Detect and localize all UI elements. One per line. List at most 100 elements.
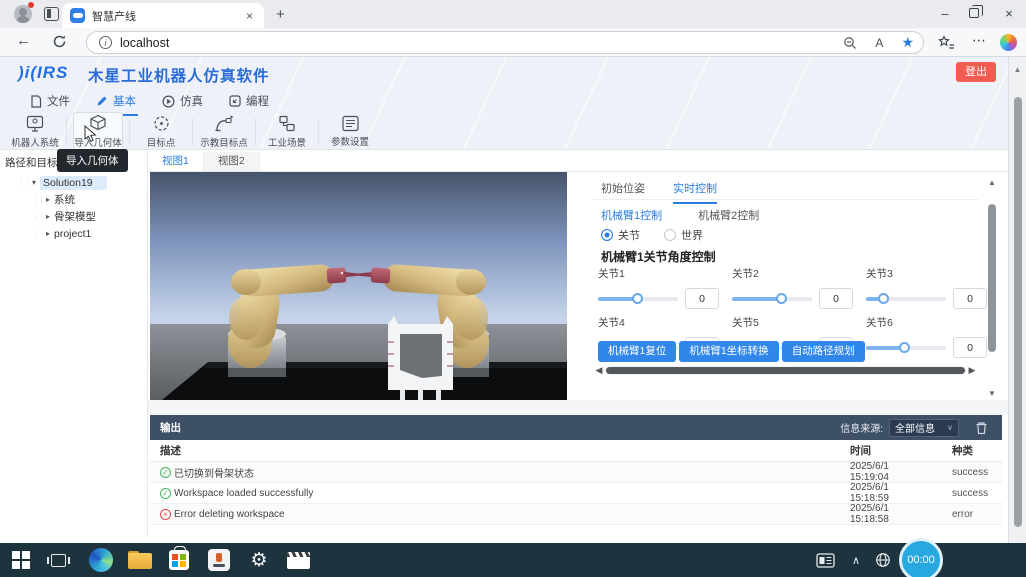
caret-right-icon[interactable]: ▸ bbox=[42, 195, 54, 204]
tree-item-project1[interactable]: ⋮⋮ ▸ project1 bbox=[0, 225, 147, 242]
window-restore-button[interactable] bbox=[969, 8, 979, 18]
menu-item-basic[interactable]: 基本 bbox=[96, 90, 136, 112]
tab-initial-pose[interactable]: 初始位姿 bbox=[601, 180, 645, 204]
3d-viewport[interactable] bbox=[150, 172, 567, 400]
java-app-icon bbox=[208, 549, 230, 571]
panel-scroll-thumb[interactable] bbox=[988, 204, 996, 352]
scroll-up-icon[interactable]: ▲ bbox=[986, 178, 998, 187]
tab-view1[interactable]: 视图1 bbox=[148, 152, 204, 171]
window-minimize-button[interactable]: – bbox=[926, 0, 964, 27]
drag-handle-icon[interactable]: ⋮⋮ bbox=[32, 196, 42, 204]
copilot-icon[interactable] bbox=[1000, 34, 1017, 51]
joint-2-input[interactable] bbox=[819, 288, 853, 309]
menu-item-simulation[interactable]: 仿真 bbox=[162, 90, 203, 112]
tool-industrial-scene[interactable]: 工业场景 bbox=[262, 115, 312, 149]
tray-chevron-up[interactable]: ∧ bbox=[846, 543, 866, 577]
source-select[interactable]: 全部信息 ∨ bbox=[889, 419, 959, 437]
joint-3-slider[interactable] bbox=[866, 297, 946, 301]
favorite-star-icon[interactable]: ★ bbox=[901, 34, 914, 51]
tool-parameter-settings[interactable]: 参数设置 bbox=[325, 115, 375, 148]
panel-vertical-scrollbar[interactable]: ▲ ▼ bbox=[986, 178, 998, 398]
tab-close-icon[interactable]: × bbox=[243, 9, 256, 23]
tool-teach-target[interactable]: 示教目标点 bbox=[199, 114, 249, 149]
site-info-icon[interactable]: i bbox=[99, 36, 112, 49]
tab-realtime-control[interactable]: 实时控制 bbox=[673, 180, 717, 204]
joint-2-slider[interactable] bbox=[732, 297, 812, 301]
tool-import-geometry[interactable]: 导入几何体 bbox=[73, 112, 123, 151]
browser-tab[interactable]: 智慧产线 × bbox=[62, 3, 264, 28]
tree-item-system[interactable]: ⋮⋮ ▸ 系统 bbox=[0, 191, 147, 208]
tray-widgets-button[interactable] bbox=[812, 543, 838, 577]
zoom-out-icon[interactable] bbox=[843, 36, 857, 50]
arm-tab-bar: 机械臂1控制 机械臂2控制 bbox=[601, 207, 759, 223]
microsoft-store-icon bbox=[169, 550, 189, 570]
auto-path-planning-button[interactable]: 自动路径规划 bbox=[782, 341, 865, 362]
taskbar-edge[interactable] bbox=[86, 543, 116, 577]
tree-item-solution[interactable]: ⋮⋮ ▾ Solution19 bbox=[0, 174, 147, 191]
tab-view2[interactable]: 视图2 bbox=[204, 152, 260, 171]
drag-handle-icon[interactable]: ⋮⋮ bbox=[32, 213, 42, 221]
arm1-reset-button[interactable]: 机械臂1复位 bbox=[598, 341, 676, 362]
taskbar-explorer[interactable] bbox=[125, 543, 155, 577]
tab-arm2-control[interactable]: 机械臂2控制 bbox=[698, 207, 759, 223]
refresh-button[interactable] bbox=[52, 34, 67, 49]
tool-robot-system[interactable]: 机器人系统 bbox=[10, 115, 60, 149]
joint-6-control: 关节6 bbox=[866, 315, 987, 358]
caret-right-icon[interactable]: ▸ bbox=[42, 229, 54, 238]
url-field[interactable]: i localhost A ★ bbox=[86, 31, 924, 54]
scroll-left-icon[interactable]: ◀ bbox=[593, 365, 605, 376]
taskbar-java-app[interactable] bbox=[204, 543, 234, 577]
tree-item-skeleton-model[interactable]: ⋮⋮ ▸ 骨架模型 bbox=[0, 208, 147, 225]
clear-log-button[interactable] bbox=[975, 421, 988, 435]
read-aloud-icon[interactable]: A bbox=[875, 36, 883, 50]
scroll-up-icon[interactable]: ▲ bbox=[1009, 65, 1026, 74]
taskbar-settings[interactable]: ⚙ bbox=[244, 543, 274, 577]
target-icon bbox=[152, 114, 171, 133]
joint-6-input[interactable] bbox=[953, 337, 987, 358]
taskbar-video-tool[interactable] bbox=[283, 543, 313, 577]
drag-handle-icon[interactable]: ⋮⋮ bbox=[18, 179, 28, 187]
menu-item-file[interactable]: 文件 bbox=[30, 90, 70, 112]
collections-icon[interactable] bbox=[938, 35, 955, 50]
radio-world[interactable]: 世界 bbox=[664, 227, 703, 243]
logout-button[interactable]: 登出 bbox=[956, 62, 996, 82]
joint-6-slider[interactable] bbox=[866, 346, 946, 350]
horizontal-scrollbar[interactable]: ◀ ▶ bbox=[593, 364, 978, 376]
page-scroll-thumb[interactable] bbox=[1014, 97, 1022, 527]
viewport-tabs: 视图1 视图2 bbox=[148, 152, 1010, 172]
radio-joint[interactable]: 关节 bbox=[601, 227, 640, 243]
tray-network-button[interactable] bbox=[872, 543, 894, 577]
caret-right-icon[interactable]: ▸ bbox=[42, 212, 54, 221]
drag-handle-icon[interactable]: ⋮⋮ bbox=[32, 230, 42, 238]
panel-gap bbox=[148, 400, 1010, 415]
recording-timer-overlay[interactable]: 00:00 bbox=[899, 538, 943, 577]
log-row[interactable]: ×Error deleting workspace 2025/6/1 15:18… bbox=[150, 504, 1002, 525]
menu-item-programming[interactable]: 编程 bbox=[229, 90, 269, 112]
tab-arm1-control[interactable]: 机械臂1控制 bbox=[601, 207, 662, 223]
taskbar-store[interactable] bbox=[164, 543, 194, 577]
browser-menu-icon[interactable]: ⋯ bbox=[972, 32, 987, 49]
log-row[interactable]: ✓已切换到骨架状态 2025/6/1 15:19:04 success bbox=[150, 462, 1002, 483]
page-scrollbar[interactable]: ▲ bbox=[1008, 57, 1026, 543]
window-close-button[interactable]: × bbox=[990, 0, 1026, 27]
scroll-down-icon[interactable]: ▼ bbox=[986, 389, 998, 398]
arm1-coordinate-convert-button[interactable]: 机械臂1坐标转换 bbox=[679, 341, 778, 362]
scroll-right-icon[interactable]: ▶ bbox=[966, 365, 978, 376]
vertical-tabs-icon[interactable] bbox=[44, 7, 59, 21]
joint-3-input[interactable] bbox=[953, 288, 987, 309]
horizontal-scroll-thumb[interactable] bbox=[606, 367, 965, 374]
start-button[interactable] bbox=[8, 543, 34, 577]
scene-icon bbox=[277, 115, 297, 133]
back-button[interactable]: ← bbox=[16, 32, 31, 49]
new-tab-button[interactable]: + bbox=[276, 6, 285, 23]
url-text[interactable]: localhost bbox=[120, 36, 834, 50]
log-row[interactable]: ✓Workspace loaded successfully 2025/6/1 … bbox=[150, 483, 1002, 504]
white-frame-workpiece bbox=[388, 316, 453, 400]
caret-down-icon[interactable]: ▾ bbox=[28, 178, 40, 187]
tool-target-point[interactable]: 目标点 bbox=[136, 114, 186, 149]
joint-1-slider[interactable] bbox=[598, 297, 678, 301]
windows-logo-icon bbox=[12, 551, 30, 569]
task-view-button[interactable] bbox=[44, 543, 72, 577]
joint-1-input[interactable] bbox=[685, 288, 719, 309]
page-content: )i(IRS 木星工业机器人仿真软件 登出 文件 基本 仿真 编程 bbox=[0, 57, 1026, 543]
